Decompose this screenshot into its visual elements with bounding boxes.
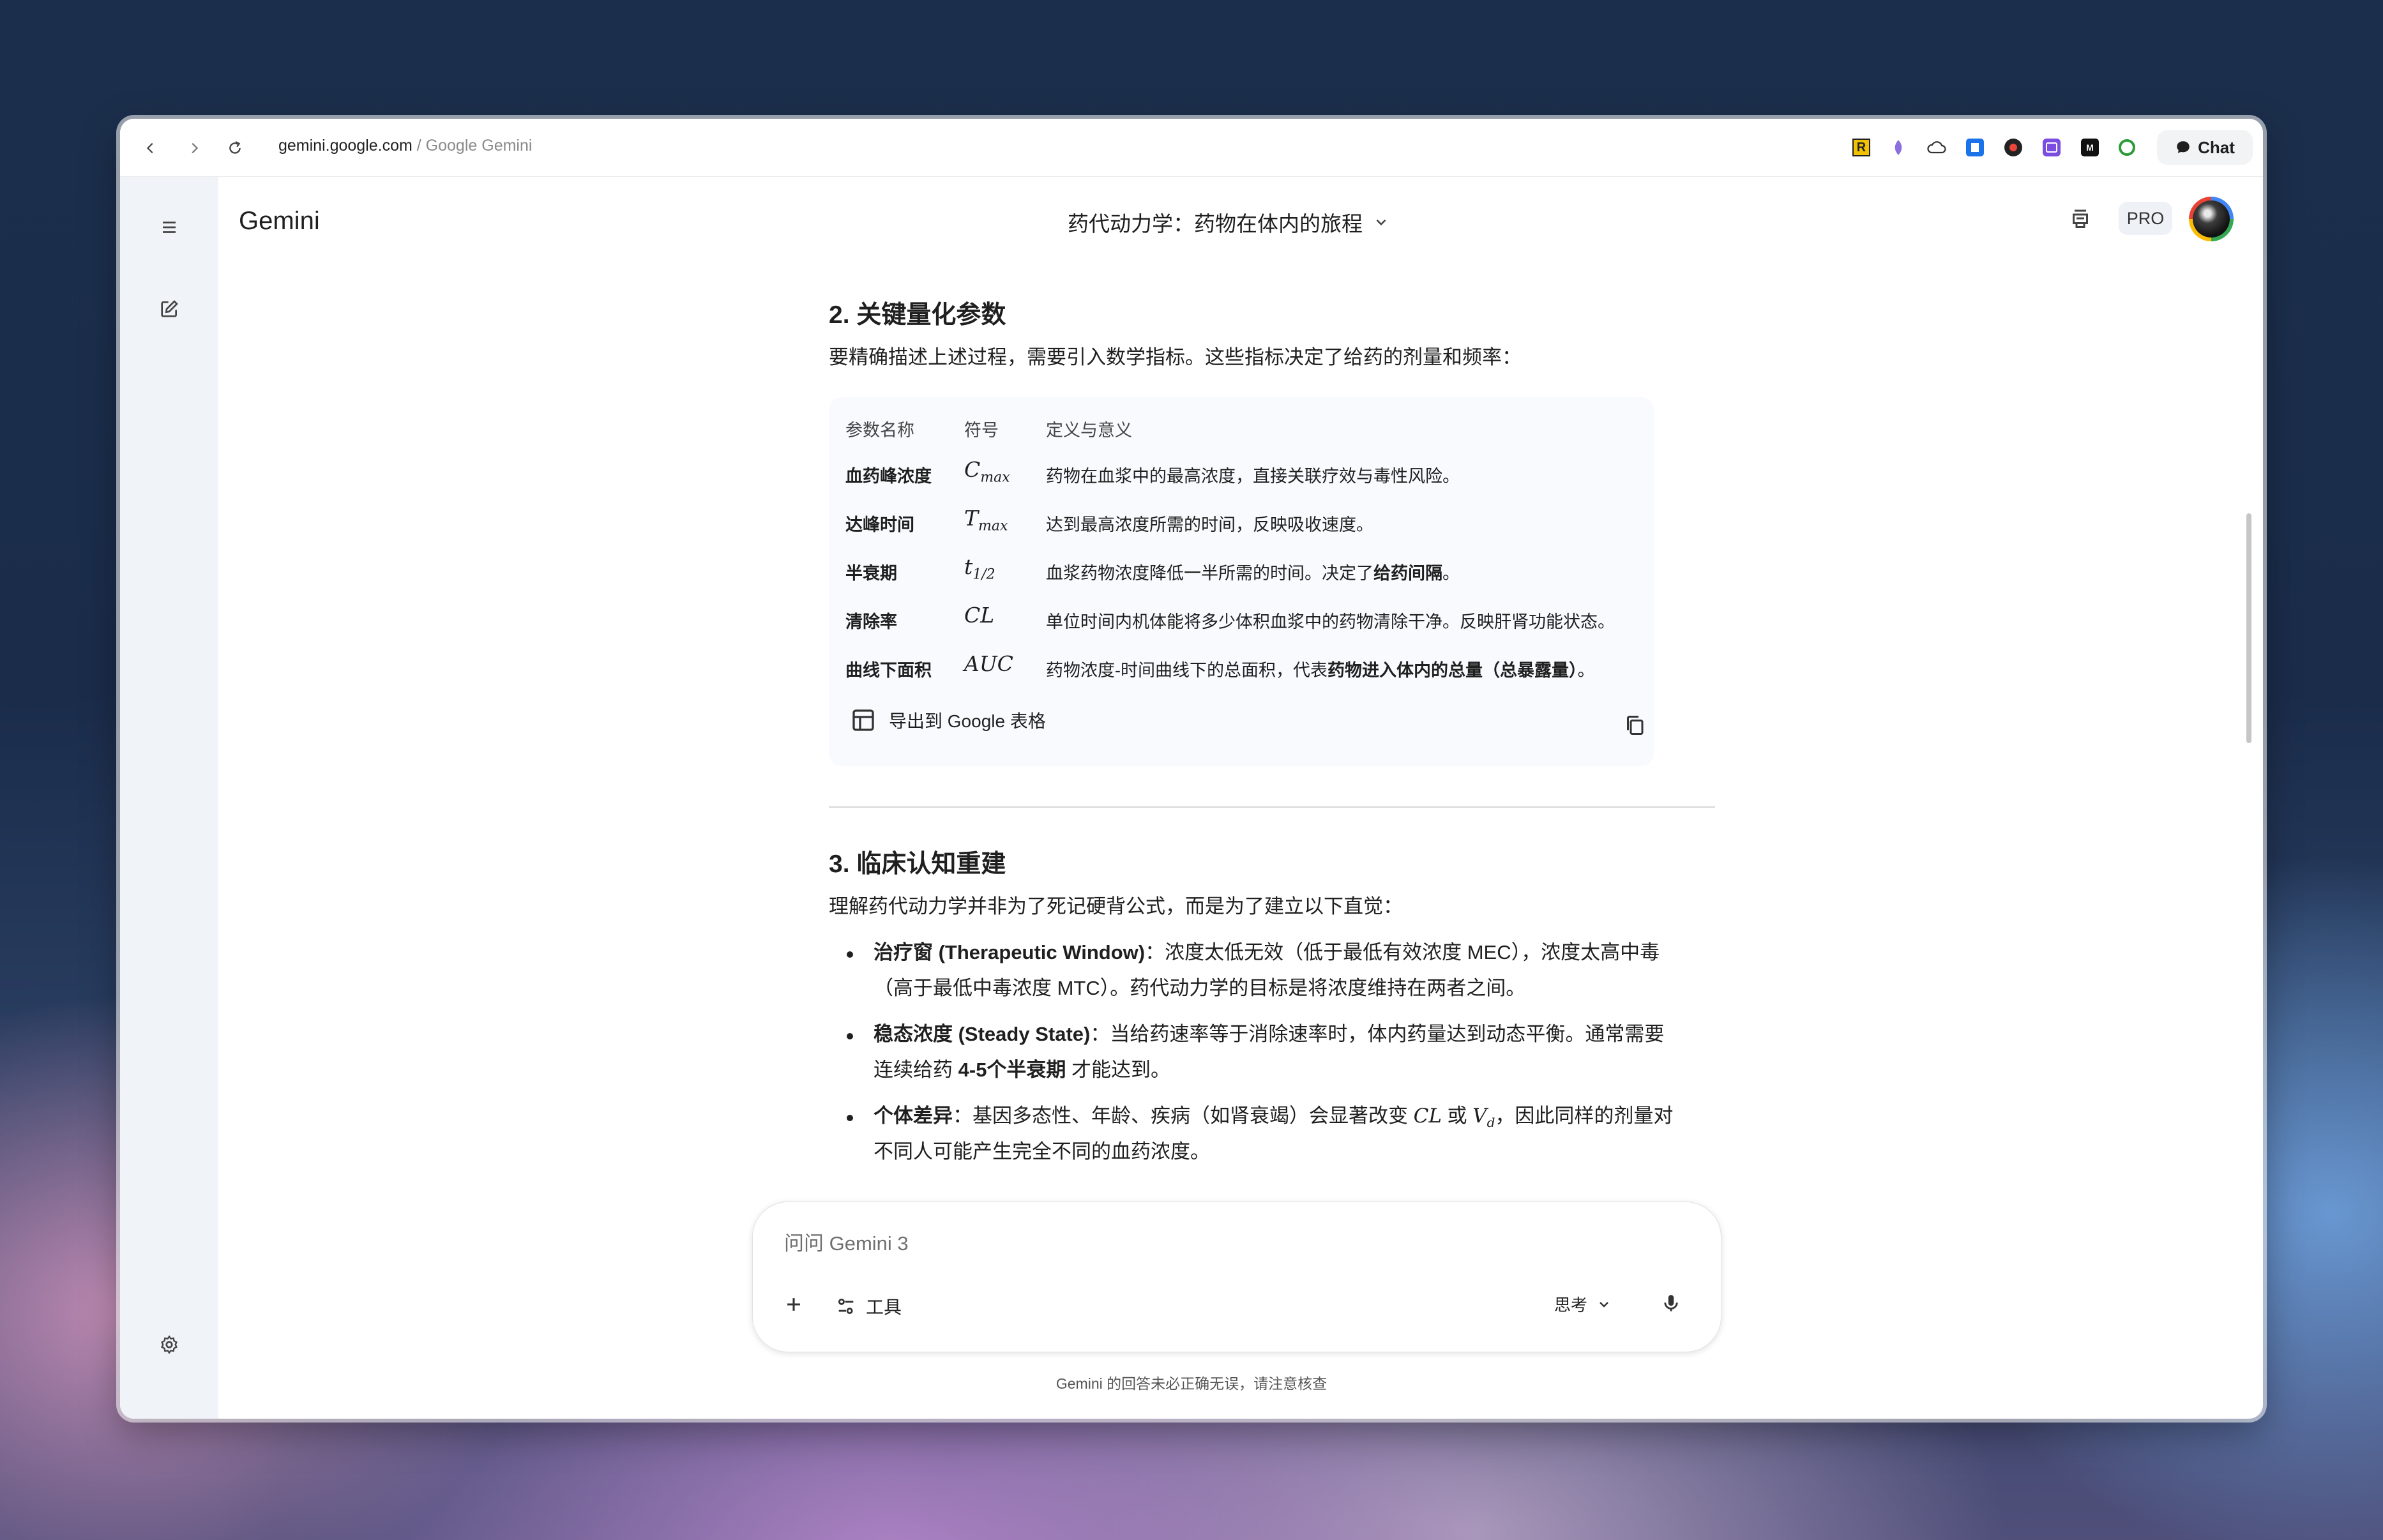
back-icon[interactable] (137, 134, 165, 162)
chat-bubble-icon (2177, 141, 2190, 153)
table-cell-name: 清除率 (845, 612, 897, 631)
feather-extension-icon[interactable] (1887, 137, 1909, 158)
r-extension-icon[interactable]: R (1850, 137, 1872, 158)
section-divider (829, 806, 1715, 808)
prompt-input[interactable]: 问问 Gemini 3 (784, 1227, 909, 1256)
chevron-down-icon (1376, 219, 1386, 226)
tools-sliders-icon (838, 1298, 854, 1315)
table-cell-definition: 血浆药物浓度降低一半所需的时间。决定了给药间隔。 (1046, 564, 1460, 583)
table-header: 符号 (964, 421, 999, 440)
pro-badge[interactable]: PRO (2119, 202, 2172, 235)
disclaimer: Gemini 的回答未必正确无误，请注意核查 (1055, 1375, 1328, 1392)
reload-icon[interactable] (221, 134, 249, 162)
section-intro: 理解药代动力学并非为了死记硬背公式，而是为了建立以下直觉： (829, 895, 1403, 917)
bullet-dot (847, 1033, 853, 1039)
bookmark-extension-icon[interactable] (1964, 137, 1986, 158)
bullet-line: 连续给药 4-5个半衰期 才能达到。 (874, 1059, 1171, 1081)
table-cell-definition: 单位时间内机体能将多少体积血浆中的药物清除干净。反映肝肾功能状态。 (1046, 612, 1615, 631)
bullet-line: 治疗窗 (Therapeutic Window)：浓度太低无效（低于最低有效浓度… (874, 941, 1660, 963)
gemini-brand[interactable]: Gemini (239, 207, 320, 236)
table-cell-symbol: CL (964, 603, 995, 628)
microphone-button[interactable] (1660, 1292, 1682, 1314)
bullet-line: 个体差异：基因多态性、年龄、疾病（如肾衰竭）会显著改变 CL 或 Vd，因此同样… (874, 1105, 1674, 1131)
tools-button[interactable]: 工具 (835, 1294, 902, 1319)
export-label: 导出到 Google 表格 (889, 711, 1046, 731)
bullet-line: 不同人可能产生完全不同的血药浓度。 (874, 1140, 1210, 1163)
copy-table-icon[interactable] (1623, 714, 1646, 740)
table-cell-symbol: AUC (964, 651, 1013, 676)
table-cell-symbol: t1/2 (964, 554, 995, 583)
section-heading: 3. 临床认知重建 (829, 850, 1006, 878)
record-extension-icon[interactable] (2002, 137, 2024, 158)
conversation-title: 药代动力学：药物在体内的旅程 (1068, 212, 1363, 236)
new-chat-icon[interactable] (153, 293, 185, 325)
url-page-title: / Google Gemini (412, 137, 533, 155)
forward-icon[interactable] (180, 134, 208, 162)
add-attachment-button[interactable] (783, 1294, 805, 1315)
bullet-dot (847, 1115, 853, 1121)
cloud-extension-icon[interactable] (1926, 137, 1948, 158)
conversation-title-dropdown[interactable]: 药代动力学：药物在体内的旅程 (1068, 207, 1389, 238)
puzzle-extension-icon[interactable] (2041, 137, 2062, 158)
bullet-line: （高于最低中毒浓度 MTC）。药代动力学的目标是将浓度维持在两者之间。 (874, 977, 1526, 999)
tools-label: 工具 (866, 1297, 902, 1317)
mode-selector[interactable]: 思考 (1554, 1292, 1612, 1316)
chevron-down-icon (1600, 1301, 1608, 1308)
microphone-icon (1664, 1295, 1678, 1311)
chat-button[interactable]: Chat (2157, 130, 2253, 165)
scrollbar[interactable] (2246, 513, 2251, 743)
m-extension-icon[interactable]: M (2079, 137, 2101, 158)
table-cell-name: 血药峰浓度 (845, 467, 932, 486)
table-cell-definition: 药物浓度-时间曲线下的总面积，代表药物进入体内的总量（总暴露量）。 (1046, 661, 1595, 680)
export-to-sheets-button[interactable]: 导出到 Google 表格 (851, 707, 1046, 733)
bullet-line: 稳态浓度 (Steady State)：当给药速率等于消除速率时，体内药量达到动… (874, 1023, 1665, 1045)
table-header: 参数名称 (845, 421, 914, 440)
browser-window: gemini.google.com / Google Gemini R M Ch… (120, 119, 2263, 1419)
chat-button-label: Chat (2198, 137, 2235, 157)
browser-toolbar: gemini.google.com / Google Gemini R M Ch… (120, 119, 2263, 177)
table-cell-symbol: Cmax (964, 457, 1010, 486)
prompt-composer (752, 1202, 1721, 1352)
table-cell-definition: 药物在血浆中的最高浓度，直接关联疗效与毒性风险。 (1046, 467, 1460, 486)
bullet-dot (847, 951, 853, 958)
circle-extension-icon[interactable] (2116, 137, 2138, 158)
address-bar[interactable]: gemini.google.com / Google Gemini (278, 137, 532, 155)
section-intro: 要精确描述上述过程，需要引入数学指标。这些指标决定了给药的剂量和频率： (829, 346, 1522, 368)
table-cell-name: 半衰期 (845, 564, 897, 583)
url-domain: gemini.google.com (278, 137, 412, 155)
mode-label: 思考 (1554, 1295, 1588, 1315)
sidebar (120, 177, 218, 1419)
table-cell-symbol: Tmax (964, 506, 1008, 534)
plus-icon (787, 1298, 800, 1311)
menu-icon[interactable] (153, 211, 185, 243)
user-avatar[interactable] (2189, 197, 2234, 241)
settings-gear-icon[interactable] (153, 1329, 185, 1361)
table-cell-definition: 达到最高浓度所需的时间，反映吸收速度。 (1046, 515, 1373, 534)
table-cell-name: 达峰时间 (845, 515, 914, 534)
export-row: 导出到 Google 表格 (829, 687, 1654, 766)
section-heading: 2. 关键量化参数 (829, 301, 1006, 329)
table-cell-name: 曲线下面积 (845, 661, 932, 680)
table-icon (852, 709, 874, 731)
print-icon[interactable] (2062, 200, 2098, 236)
table-header: 定义与意义 (1046, 421, 1132, 440)
